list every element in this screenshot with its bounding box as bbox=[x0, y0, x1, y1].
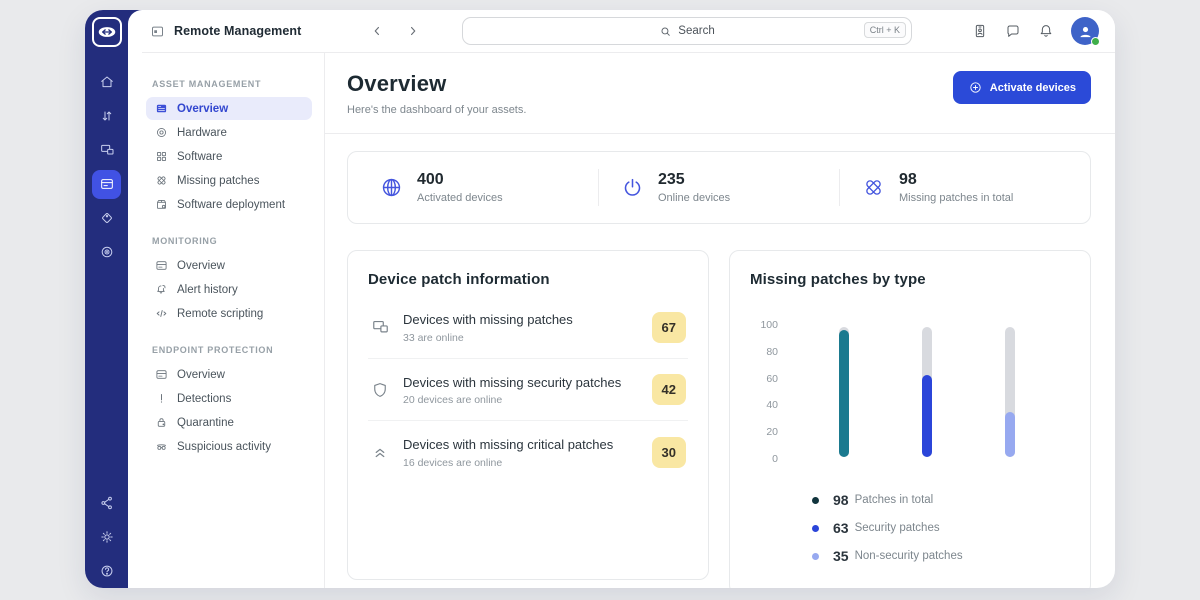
legend-dot bbox=[812, 497, 819, 504]
devices-icon bbox=[370, 318, 390, 337]
bar-chart: 100 80 60 40 20 0 bbox=[750, 320, 1070, 464]
quarantine-lock-icon bbox=[154, 416, 168, 429]
search-placeholder-block: Search bbox=[659, 25, 714, 38]
device-patch-information-card: Device patch information Devices with mi… bbox=[347, 250, 709, 580]
legend-dot bbox=[812, 553, 819, 560]
sidebar-item-remote-scripting[interactable]: Remote scripting bbox=[146, 302, 312, 325]
devices-icon[interactable] bbox=[92, 136, 121, 165]
chat-icon[interactable] bbox=[1005, 23, 1021, 39]
sidebar-item-monitoring-overview[interactable]: Overview bbox=[146, 254, 312, 277]
globe-grid-icon bbox=[380, 176, 403, 199]
sidebar-item-software-deployment[interactable]: Software deployment bbox=[146, 193, 312, 216]
software-grid-icon bbox=[154, 150, 168, 163]
patch-row-security[interactable]: Devices with missing security patches 20… bbox=[368, 358, 688, 421]
sidebar-item-quarantine[interactable]: Quarantine bbox=[146, 411, 312, 434]
legend-security: 63 Security patches bbox=[812, 514, 1070, 542]
suspicious-eye-icon bbox=[154, 440, 168, 453]
code-icon bbox=[154, 307, 168, 320]
app-title: Remote Management bbox=[174, 24, 301, 38]
panel-icon bbox=[150, 24, 165, 39]
card-title: Missing patches by type bbox=[750, 271, 1070, 288]
app-title-block: Remote Management bbox=[150, 24, 346, 39]
help-icon[interactable] bbox=[92, 557, 121, 586]
patch-icon bbox=[862, 176, 885, 199]
monitoring-icon[interactable] bbox=[92, 238, 121, 267]
sidebar-item-suspicious-activity[interactable]: Suspicious activity bbox=[146, 435, 312, 458]
settings-gear-icon[interactable] bbox=[92, 523, 121, 552]
bar-security bbox=[922, 327, 932, 457]
avatar[interactable] bbox=[1071, 17, 1099, 45]
session-transfer-icon[interactable] bbox=[92, 102, 121, 131]
sidebar-item-asset-overview[interactable]: Overview bbox=[146, 97, 312, 120]
search-input[interactable]: Search Ctrl + K bbox=[462, 17, 912, 45]
dashboard-icon bbox=[154, 368, 168, 381]
y-axis: 100 80 60 40 20 0 bbox=[752, 320, 784, 464]
teamviewer-logo-icon bbox=[92, 17, 122, 47]
search-icon bbox=[659, 25, 672, 38]
header-divider bbox=[325, 133, 1115, 134]
dashboard-icon bbox=[154, 259, 168, 272]
sidebar-item-detections[interactable]: Detections bbox=[146, 387, 312, 410]
chart-legend: 98 Patches in total 63 Security patches … bbox=[812, 486, 1070, 570]
stats-card: 400 Activated devices 235 Online devices bbox=[347, 151, 1091, 224]
user-icon bbox=[1077, 23, 1094, 40]
back-chevron-icon[interactable] bbox=[370, 24, 384, 38]
sidebar-item-alert-history[interactable]: Alert history bbox=[146, 278, 312, 301]
alert-bell-icon bbox=[154, 283, 168, 296]
home-icon[interactable] bbox=[92, 68, 121, 97]
legend-total: 98 Patches in total bbox=[812, 486, 1070, 514]
patch-row-critical[interactable]: Devices with missing critical patches 16… bbox=[368, 420, 688, 483]
remote-management-icon[interactable] bbox=[92, 170, 121, 199]
activate-devices-button[interactable]: Activate devices bbox=[953, 71, 1091, 104]
sidebar-item-missing-patches[interactable]: Missing patches bbox=[146, 169, 312, 192]
nav-section-monitoring: MONITORING bbox=[152, 236, 312, 246]
search-shortcut-badge: Ctrl + K bbox=[864, 22, 906, 38]
nav-section-asset-management: ASSET MANAGEMENT bbox=[152, 79, 312, 89]
count-badge: 30 bbox=[652, 437, 686, 468]
tags-icon[interactable] bbox=[92, 204, 121, 233]
nav-section-endpoint-protection: ENDPOINT PROTECTION bbox=[152, 345, 312, 355]
patch-icon bbox=[154, 174, 168, 187]
bar-non-security bbox=[1005, 327, 1015, 457]
topbar: Remote Management Search Ctrl + K bbox=[128, 10, 1115, 53]
bar-total bbox=[839, 327, 849, 457]
sidebar-item-hardware[interactable]: Hardware bbox=[146, 121, 312, 144]
rail-curve bbox=[128, 10, 142, 56]
page-title: Overview bbox=[347, 71, 526, 97]
app-window: Remote Management Search Ctrl + K bbox=[85, 10, 1115, 588]
patch-row-missing[interactable]: Devices with missing patches 33 are onli… bbox=[368, 296, 688, 358]
notifications-bell-icon[interactable] bbox=[1038, 23, 1054, 39]
integrations-icon[interactable] bbox=[92, 489, 121, 518]
count-badge: 67 bbox=[652, 312, 686, 343]
chevrons-up-icon bbox=[370, 443, 390, 461]
deployment-box-icon bbox=[154, 198, 168, 211]
legend-non-security: 35 Non-security patches bbox=[812, 542, 1070, 570]
exclamation-icon bbox=[154, 392, 168, 405]
app-rail bbox=[85, 10, 128, 588]
main-content: Overview Here's the dashboard of your as… bbox=[325, 53, 1115, 588]
hardware-icon bbox=[154, 126, 168, 139]
stat-online-devices: 235 Online devices bbox=[598, 169, 839, 206]
dashboard-icon bbox=[154, 102, 168, 115]
missing-patches-chart-card: Missing patches by type 100 80 60 40 20 … bbox=[729, 250, 1091, 588]
shield-icon bbox=[370, 381, 390, 399]
sidebar-item-software[interactable]: Software bbox=[146, 145, 312, 168]
nav-panel: ASSET MANAGEMENT Overview Hardware Softw… bbox=[128, 53, 325, 588]
search-placeholder: Search bbox=[678, 25, 714, 37]
device-authentication-icon[interactable] bbox=[972, 23, 988, 39]
forward-chevron-icon[interactable] bbox=[406, 24, 420, 38]
page-subtitle: Here's the dashboard of your assets. bbox=[347, 104, 526, 116]
stat-missing-patches: 98 Missing patches in total bbox=[839, 169, 1080, 206]
power-icon bbox=[621, 176, 644, 199]
online-status-dot bbox=[1091, 37, 1100, 46]
plus-circle-icon bbox=[968, 80, 983, 95]
legend-dot bbox=[812, 525, 819, 532]
stat-activated-devices: 400 Activated devices bbox=[358, 169, 598, 206]
count-badge: 42 bbox=[652, 374, 686, 405]
card-title: Device patch information bbox=[368, 271, 688, 288]
sidebar-item-endpoint-overview[interactable]: Overview bbox=[146, 363, 312, 386]
